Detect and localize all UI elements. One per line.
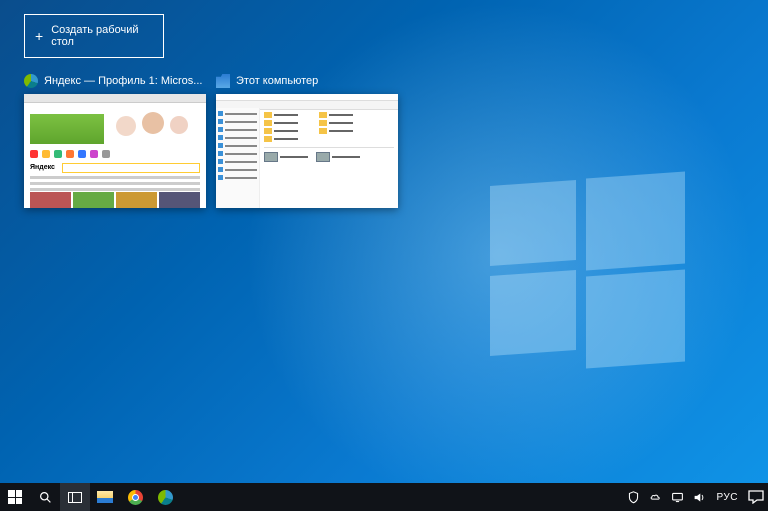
task-view-icon: [68, 492, 82, 503]
edge-icon: [158, 490, 173, 505]
desktop-background: + Создать рабочий стол Яндекс — Профиль …: [0, 0, 768, 511]
system-tray[interactable]: [627, 491, 706, 504]
onedrive-icon: [649, 491, 662, 504]
window-preview[interactable]: Яндекс: [24, 94, 206, 208]
window-thumbnail-explorer[interactable]: Этот компьютер: [216, 74, 398, 208]
taskbar-app-chrome[interactable]: [120, 483, 150, 511]
window-title: Яндекс — Профиль 1: Micros...: [44, 75, 202, 87]
network-icon: [671, 491, 684, 504]
taskbar-app-edge[interactable]: [150, 483, 180, 511]
volume-icon: [693, 491, 706, 504]
chrome-icon: [128, 490, 143, 505]
task-view-button[interactable]: [60, 483, 90, 511]
window-preview[interactable]: [216, 94, 398, 208]
windows-logo: [490, 175, 685, 370]
taskbar-app-explorer[interactable]: [90, 483, 120, 511]
file-explorer-icon: [216, 74, 230, 88]
new-desktop-label: Создать рабочий стол: [51, 24, 153, 48]
taskbar: РУС: [0, 483, 768, 511]
new-desktop-button[interactable]: + Создать рабочий стол: [24, 14, 164, 58]
security-icon: [627, 491, 640, 504]
windows-icon: [8, 490, 22, 504]
start-button[interactable]: [0, 483, 30, 511]
action-center-button[interactable]: [748, 490, 764, 504]
edge-icon: [24, 74, 38, 88]
file-explorer-icon: [97, 491, 113, 503]
search-button[interactable]: [30, 483, 60, 511]
window-title: Этот компьютер: [236, 75, 318, 87]
plus-icon: +: [35, 29, 43, 43]
search-icon: [39, 491, 52, 504]
language-indicator[interactable]: РУС: [716, 492, 738, 503]
window-thumbnail-edge[interactable]: Яндекс — Профиль 1: Micros... Яндекс: [24, 74, 206, 208]
